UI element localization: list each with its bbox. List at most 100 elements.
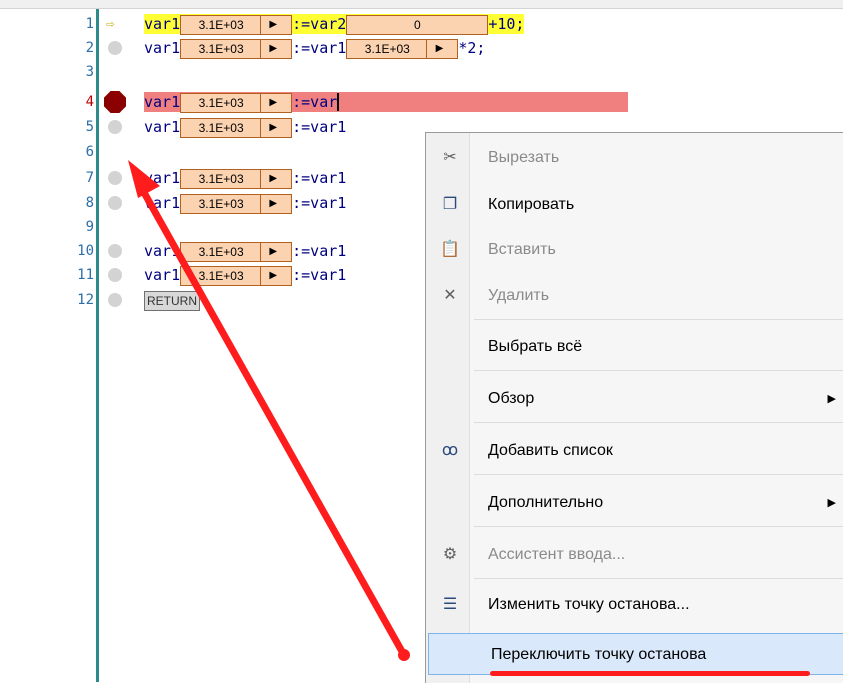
- inline-monitor-value[interactable]: 3.1E+03 ▶: [180, 93, 293, 113]
- code-token: var1: [144, 266, 181, 284]
- inline-monitor-value[interactable]: 3.1E+03 ▶: [180, 15, 293, 35]
- breakpoint-slot-icon[interactable]: [108, 120, 122, 134]
- line-number: 3: [85, 64, 94, 80]
- code-token: :=var1: [292, 266, 347, 284]
- menu-item-delete[interactable]: ✕ Удалить: [426, 275, 843, 317]
- return-marker: RETURN: [144, 291, 200, 311]
- monitor-expand-icon[interactable]: ▶: [436, 40, 444, 58]
- monitor-value-text: 0: [413, 18, 421, 32]
- code-text[interactable]: var1 3.1E+03 ▶:=var: [144, 92, 628, 113]
- menu-item-select-all[interactable]: Выбрать всё: [426, 326, 843, 368]
- inline-monitor-value[interactable]: 3.1E+03 ▶: [180, 169, 293, 189]
- monitor-expand-icon[interactable]: ▶: [269, 94, 277, 112]
- monitor-expand-icon[interactable]: ▶: [269, 195, 277, 213]
- code-text[interactable]: var1 3.1E+03 ▶:=var2 0 +10;: [144, 14, 525, 35]
- monitor-value-text: 3.1E+03: [198, 18, 244, 32]
- menu-item-label: Ассистент ввода...: [488, 546, 626, 563]
- inline-monitor-value[interactable]: 0: [346, 15, 489, 35]
- menu-item-label: Переключить точку останова: [491, 646, 707, 663]
- code-token: var1: [144, 15, 181, 33]
- inline-monitor-value[interactable]: 3.1E+03 ▶: [180, 242, 293, 262]
- menu-item-toggle-breakpoint[interactable]: Переключить точку останова: [428, 633, 843, 675]
- menu-item-cut[interactable]: ✂ Вырезать: [426, 137, 843, 179]
- code-text[interactable]: var1 3.1E+03 ▶:=var1: [144, 117, 347, 138]
- breakpoint-slot-icon[interactable]: [108, 41, 122, 55]
- code-text[interactable]: var1 3.1E+03 ▶:=var1: [144, 168, 347, 189]
- monitor-expand-icon[interactable]: ▶: [269, 119, 277, 137]
- breakpoint-slot-icon[interactable]: [108, 196, 122, 210]
- menu-item-input-assistant[interactable]: ⚙ Ассистент ввода...: [426, 534, 843, 576]
- annotation-underline: [490, 671, 810, 676]
- line-number: 12: [77, 292, 94, 308]
- menu-item-label: Дополнительно: [488, 494, 604, 511]
- menu-separator: [474, 422, 843, 423]
- code-token: var1: [144, 242, 181, 260]
- line-number: 11: [77, 267, 94, 283]
- menu-item-label: Добавить список: [488, 442, 613, 459]
- code-text[interactable]: var1 3.1E+03 ▶:=var1 3.1E+03 ▶ *2;: [144, 38, 486, 59]
- code-token: *2;: [458, 39, 486, 57]
- submenu-arrow-icon: ▶: [827, 497, 836, 509]
- menu-item-label: Копировать: [488, 196, 575, 213]
- current-statement-arrow-icon: ⇨: [106, 16, 115, 32]
- monitor-expand-icon[interactable]: ▶: [269, 267, 277, 285]
- line-number: 7: [85, 170, 94, 186]
- inline-monitor-value[interactable]: 3.1E+03 ▶: [180, 266, 293, 286]
- inline-monitor-value[interactable]: 3.1E+03 ▶: [346, 39, 459, 59]
- breakpoint-slot-icon[interactable]: [108, 171, 122, 185]
- text-caret: [337, 93, 340, 111]
- monitor-value-text: 3.1E+03: [198, 197, 244, 211]
- code-token: +10;: [488, 15, 525, 33]
- delete-icon: ✕: [443, 287, 457, 304]
- code-token: :=var1: [292, 169, 347, 187]
- breakpoint-slot-icon[interactable]: [108, 293, 122, 307]
- menu-separator: [474, 370, 843, 371]
- cut-icon: ✂: [443, 149, 457, 166]
- menu-item-edit-breakpoint[interactable]: ☰ Изменить точку останова...: [426, 584, 843, 626]
- monitor-expand-icon[interactable]: ▶: [269, 40, 277, 58]
- code-line[interactable]: 3: [0, 60, 843, 84]
- menu-separator: [474, 526, 843, 527]
- top-toolbar-strip: [0, 0, 843, 9]
- context-menu: ✂ Вырезать ❐ Копировать 📋 Вставить ✕ Удалить Выб…: [425, 132, 843, 683]
- menu-item-add-watch[interactable]: ꝏ Добавить список: [426, 430, 843, 472]
- line-number: 2: [85, 40, 94, 56]
- code-line[interactable]: 2 var1 3.1E+03 ▶:=var1 3.1E+03 ▶ *2;: [0, 36, 843, 60]
- code-token: :=var1: [292, 242, 347, 260]
- code-token: :=var1: [292, 118, 347, 136]
- inline-monitor-value[interactable]: 3.1E+03 ▶: [180, 39, 293, 59]
- code-line[interactable]: 4 var1 3.1E+03 ▶:=var: [0, 90, 843, 114]
- inline-monitor-value[interactable]: 3.1E+03 ▶: [180, 194, 293, 214]
- breakpoint-marker-icon[interactable]: [104, 91, 126, 113]
- code-text[interactable]: RETURN: [144, 290, 200, 311]
- code-token: var1: [144, 93, 181, 111]
- submenu-arrow-icon: ▶: [827, 393, 836, 405]
- menu-separator: [474, 578, 843, 579]
- monitor-expand-icon[interactable]: ▶: [269, 170, 277, 188]
- menu-item-label: Обзор: [488, 390, 535, 407]
- inline-monitor-value[interactable]: 3.1E+03 ▶: [180, 118, 293, 138]
- code-line[interactable]: 1 ⇨ var1 3.1E+03 ▶:=var2 0 +10;: [0, 12, 843, 36]
- monitor-value-text: 3.1E+03: [198, 42, 244, 56]
- menu-item-label: Выбрать всё: [488, 338, 583, 355]
- edit-breakpoint-icon: ☰: [442, 596, 458, 613]
- monitor-expand-icon[interactable]: ▶: [269, 243, 277, 261]
- line-number: 1: [85, 16, 94, 32]
- code-text[interactable]: var1 3.1E+03 ▶:=var1: [144, 241, 347, 262]
- code-text[interactable]: var1 3.1E+03 ▶:=var1: [144, 193, 347, 214]
- breakpoint-slot-icon[interactable]: [108, 268, 122, 282]
- line-number: 8: [85, 195, 94, 211]
- menu-item-copy[interactable]: ❐ Копировать: [426, 184, 843, 226]
- menu-item-browse[interactable]: Обзор ▶: [426, 378, 843, 420]
- code-token: :=var1: [292, 39, 347, 57]
- code-text[interactable]: var1 3.1E+03 ▶:=var1: [144, 265, 347, 286]
- monitor-expand-icon[interactable]: ▶: [269, 16, 277, 34]
- line-number: 9: [85, 219, 94, 235]
- code-token: :=var1: [292, 194, 347, 212]
- copy-icon: ❐: [442, 196, 458, 213]
- menu-item-advanced[interactable]: Дополнительно ▶: [426, 482, 843, 524]
- menu-separator: [474, 474, 843, 475]
- breakpoint-slot-icon[interactable]: [108, 244, 122, 258]
- menu-item-label: Удалить: [488, 287, 550, 304]
- menu-item-paste[interactable]: 📋 Вставить: [426, 229, 843, 271]
